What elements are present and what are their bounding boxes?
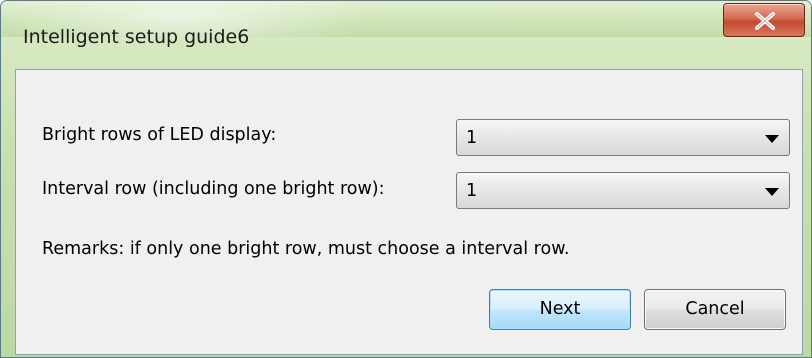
interval-row-select[interactable]: 1 [456, 172, 790, 209]
next-button[interactable]: Next [489, 289, 631, 330]
close-button[interactable] [723, 3, 805, 37]
remarks-text: Remarks: if only one bright row, must ch… [42, 239, 570, 259]
bright-rows-label: Bright rows of LED display: [42, 125, 277, 145]
chevron-down-icon[interactable] [765, 135, 779, 143]
cancel-button[interactable]: Cancel [644, 289, 786, 330]
interval-row-value: 1 [466, 181, 478, 201]
dialog-content: Bright rows of LED display: 1 Interval r… [15, 69, 803, 355]
bright-rows-select[interactable]: 1 [456, 119, 790, 156]
interval-row-label: Interval row (including one bright row): [42, 179, 385, 199]
bright-rows-value: 1 [466, 128, 478, 148]
title-bar[interactable]: Intelligent setup guide6 [1, 1, 811, 48]
close-icon [755, 12, 775, 30]
window-title: Intelligent setup guide6 [23, 26, 250, 48]
chevron-down-icon[interactable] [765, 188, 779, 196]
dialog-window: Intelligent setup guide6 Bright rows of … [0, 0, 812, 358]
